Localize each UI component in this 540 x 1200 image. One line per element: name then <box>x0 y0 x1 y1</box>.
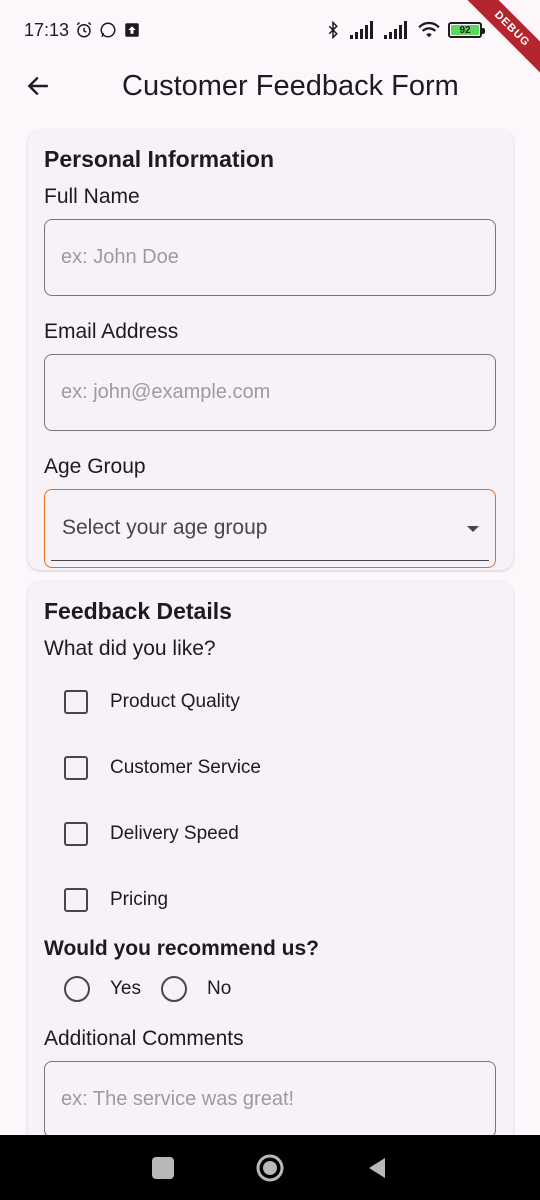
status-time: 17:13 <box>24 19 70 40</box>
radio-button[interactable] <box>161 976 187 1002</box>
radio-no[interactable]: No <box>161 976 231 1002</box>
arrow-back-icon <box>27 76 48 96</box>
checkbox-box[interactable] <box>64 756 88 780</box>
signal-icon <box>350 21 373 39</box>
recommend-question: Would you recommend us? <box>44 937 319 960</box>
triangle-back-icon <box>368 1157 385 1178</box>
home-button[interactable] <box>250 1148 290 1188</box>
comments-label: Additional Comments <box>44 1027 244 1050</box>
system-nav-bar <box>0 1135 540 1200</box>
status-bar: 17:13 92 <box>0 0 540 60</box>
checkbox-box[interactable] <box>64 690 88 714</box>
whatsapp-icon <box>100 22 116 38</box>
back-nav-button[interactable] <box>357 1148 397 1188</box>
age-group-label: Age Group <box>44 455 146 478</box>
radio-label: Yes <box>110 978 141 999</box>
radio-button[interactable] <box>64 976 90 1002</box>
checkbox-pricing[interactable]: Pricing <box>44 867 497 933</box>
checkbox-product-quality[interactable]: Product Quality <box>44 669 497 735</box>
battery-level: 92 <box>459 24 471 36</box>
recents-button[interactable] <box>143 1148 183 1188</box>
email-input[interactable] <box>44 354 496 431</box>
battery-icon: 92 <box>448 22 485 38</box>
checkbox-label: Delivery Speed <box>110 823 239 844</box>
recommend-radio-group: Yes No <box>44 961 497 1017</box>
age-group-dropdown[interactable]: Select your age group <box>44 489 496 568</box>
dropdown-underline <box>51 560 489 561</box>
personal-info-card: Personal Information Full Name Email Add… <box>28 130 513 570</box>
alarm-icon <box>76 21 92 38</box>
dropdown-arrow-icon <box>467 526 479 532</box>
checkbox-label: Customer Service <box>110 757 261 778</box>
feedback-card: Feedback Details What did you like? Prod… <box>28 582 513 1135</box>
app-bar: Customer Feedback Form <box>0 60 540 112</box>
comments-input[interactable] <box>44 1061 496 1135</box>
radio-yes[interactable]: Yes <box>64 976 141 1002</box>
home-circle-icon <box>256 1154 284 1181</box>
full-name-label: Full Name <box>44 185 140 208</box>
checkbox-customer-service[interactable]: Customer Service <box>44 735 497 801</box>
email-label: Email Address <box>44 320 179 343</box>
checkbox-label: Product Quality <box>110 691 240 712</box>
full-name-input[interactable] <box>44 219 496 296</box>
page-title: Customer Feedback Form <box>122 69 459 102</box>
wifi-icon <box>418 21 440 38</box>
form-content[interactable]: Personal Information Full Name Email Add… <box>0 112 540 1135</box>
feedback-title: Feedback Details <box>44 598 232 624</box>
square-icon <box>152 1156 175 1179</box>
personal-info-title: Personal Information <box>44 146 275 172</box>
liked-question: What did you like? <box>44 637 216 660</box>
radio-label: No <box>207 978 232 999</box>
checkbox-delivery-speed[interactable]: Delivery Speed <box>44 801 497 867</box>
back-button[interactable] <box>12 60 64 112</box>
bluetooth-icon <box>328 21 338 39</box>
age-group-placeholder: Select your age group <box>62 516 268 539</box>
checkbox-box[interactable] <box>64 822 88 846</box>
signal-icon <box>384 21 407 39</box>
checkbox-label: Pricing <box>110 889 169 910</box>
checkbox-box[interactable] <box>64 888 88 912</box>
upload-icon <box>125 23 139 37</box>
